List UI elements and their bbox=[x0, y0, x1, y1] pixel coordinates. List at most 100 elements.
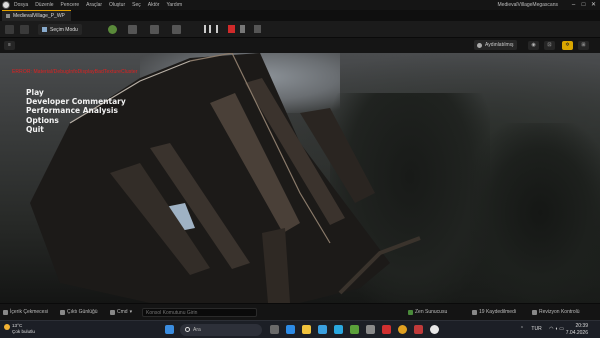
wifi-icon[interactable]: ◠ bbox=[549, 326, 553, 332]
unreal-engine-icon[interactable] bbox=[430, 325, 439, 334]
output-log-icon bbox=[60, 309, 65, 315]
play-options-icon[interactable] bbox=[254, 25, 261, 33]
blueprint-icon[interactable] bbox=[128, 25, 137, 34]
pause-icon[interactable] bbox=[204, 25, 211, 33]
weather-widget[interactable]: 13°C Çok bulutlu bbox=[4, 323, 35, 335]
taskbar-search[interactable]: Ara bbox=[180, 324, 262, 336]
step-icon[interactable] bbox=[216, 25, 223, 33]
weather-condition: Çok bulutlu bbox=[12, 329, 35, 334]
search-placeholder: Ara bbox=[193, 327, 201, 333]
content-browser-icon[interactable] bbox=[20, 25, 29, 34]
view-mode-dropdown[interactable]: Aydınlatılmış bbox=[474, 40, 517, 50]
eject-icon[interactable] bbox=[240, 25, 245, 33]
chrome-icon[interactable] bbox=[398, 325, 407, 334]
menu-select[interactable]: Seç bbox=[132, 2, 141, 8]
realtime-icon[interactable]: ✲ bbox=[562, 41, 573, 50]
document-tab-bar: MedievalVillage_P_WP bbox=[0, 10, 600, 21]
output-log-button[interactable]: Çıktı Günlüğü bbox=[60, 309, 98, 315]
minimize-button[interactable]: – bbox=[569, 1, 578, 9]
menu-file[interactable]: Dosya bbox=[14, 2, 28, 8]
settings-icon[interactable] bbox=[366, 325, 375, 334]
battery-icon[interactable]: ▭ bbox=[559, 326, 564, 332]
source-control-button[interactable]: Revizyon Kontrolü bbox=[532, 309, 580, 315]
menu-help[interactable]: Yardım bbox=[166, 2, 182, 8]
acrobat-icon[interactable] bbox=[382, 325, 391, 334]
selection-mode-label: Seçim Modu bbox=[50, 26, 78, 33]
cinematics-icon[interactable] bbox=[150, 25, 159, 34]
derived-data-icon bbox=[408, 309, 413, 315]
menu-edit[interactable]: Düzenle bbox=[35, 2, 53, 8]
editor-status-bar: İçerik Çekmecesi Çıktı Günlüğü Cmd ▾ Zen… bbox=[0, 303, 600, 320]
derived-data-label: Zen Sunucusu bbox=[415, 309, 448, 315]
time: 20:39 bbox=[575, 323, 588, 329]
menu-performance-analysis[interactable]: Performance Analysis bbox=[26, 106, 126, 115]
game-main-menu: Play Developer Commentary Performance An… bbox=[26, 88, 126, 134]
windows-taskbar: 13°C Çok bulutlu Ara ⌃ TUR ◠ ◖ ▭ 20:39 7… bbox=[0, 320, 600, 338]
stop-icon[interactable] bbox=[228, 25, 235, 33]
unreal-logo-icon[interactable] bbox=[2, 1, 10, 9]
viewport-layout-icon[interactable]: ⊞ bbox=[578, 41, 589, 50]
hud-warning-text: ERROR: Material/DebugInfoDisplayBadTextu… bbox=[12, 69, 138, 75]
unsaved-button[interactable]: 19 Kaydedilmedi bbox=[472, 309, 516, 315]
volume-icon[interactable]: ◖ bbox=[555, 326, 558, 332]
date: 7.04.2026 bbox=[565, 330, 588, 336]
derived-data-button[interactable]: Zen Sunucusu bbox=[408, 309, 447, 315]
lit-icon bbox=[477, 42, 482, 48]
source-control-label: Revizyon Kontrolü bbox=[539, 309, 580, 315]
language-indicator[interactable]: TUR bbox=[531, 326, 541, 332]
search-icon bbox=[185, 327, 190, 332]
content-drawer-button[interactable]: İçerik Çekmecesi bbox=[3, 309, 48, 315]
menu-developer-commentary[interactable]: Developer Commentary bbox=[26, 97, 126, 106]
store-icon[interactable] bbox=[318, 325, 327, 334]
app-icon[interactable] bbox=[350, 325, 359, 334]
snap-icon[interactable]: ⊡ bbox=[544, 41, 555, 50]
console-command-input[interactable] bbox=[142, 308, 257, 317]
level-tab-label: MedievalVillage_P_WP bbox=[13, 13, 65, 19]
cmd-dropdown[interactable]: Cmd ▾ bbox=[110, 309, 132, 315]
menu-play[interactable]: Play bbox=[26, 88, 126, 97]
unsaved-label: 19 Kaydedilmedi bbox=[479, 309, 516, 315]
edge-icon[interactable] bbox=[286, 325, 295, 334]
view-mode-label: Aydınlatılmış bbox=[485, 42, 514, 48]
maximize-button[interactable]: □ bbox=[579, 1, 588, 9]
viewport-header: ≡ Aydınlatılmış ◉ ⊡ ✲ ⊞ bbox=[0, 38, 600, 53]
file-explorer-icon[interactable] bbox=[302, 325, 311, 334]
cmd-label: Cmd bbox=[117, 309, 128, 315]
chevron-down-icon: ▾ bbox=[129, 309, 133, 315]
menu-options[interactable]: Options bbox=[26, 116, 126, 125]
add-actor-icon[interactable] bbox=[108, 25, 117, 34]
menu-tools[interactable]: Araçlar bbox=[86, 2, 102, 8]
app-icon-2[interactable] bbox=[414, 325, 423, 334]
level-viewport[interactable]: ERROR: Material/DebugInfoDisplayBadTextu… bbox=[0, 53, 600, 303]
level-icon bbox=[6, 14, 10, 18]
project-name: MedievalVillageMegascans bbox=[497, 2, 559, 8]
start-icon[interactable] bbox=[165, 325, 174, 334]
viewport-menu-icon[interactable]: ≡ bbox=[4, 41, 15, 50]
menu-bar: Dosya Düzenle Pencere Araçlar Oluştur Se… bbox=[0, 0, 600, 10]
telegram-icon[interactable] bbox=[334, 325, 343, 334]
menu-window[interactable]: Pencere bbox=[61, 2, 80, 8]
menu-build[interactable]: Oluştur bbox=[109, 2, 125, 8]
level-tab[interactable]: MedievalVillage_P_WP bbox=[2, 10, 71, 21]
selection-mode-dropdown[interactable]: Seçim Modu bbox=[38, 24, 82, 35]
menu-actor[interactable]: Aktör bbox=[148, 2, 160, 8]
chevron-up-icon[interactable]: ⌃ bbox=[520, 326, 524, 332]
save-icon[interactable] bbox=[5, 25, 14, 34]
menu-quit[interactable]: Quit bbox=[26, 125, 126, 134]
selection-mode-icon bbox=[42, 27, 47, 32]
content-drawer-icon bbox=[3, 309, 8, 315]
weather-sun-icon bbox=[4, 324, 10, 330]
unreal-editor-window: Dosya Düzenle Pencere Araçlar Oluştur Se… bbox=[0, 0, 600, 338]
platforms-icon[interactable] bbox=[172, 25, 181, 34]
close-button[interactable]: ✕ bbox=[589, 1, 598, 9]
unsaved-icon bbox=[472, 309, 477, 315]
main-toolbar: Seçim Modu bbox=[0, 21, 600, 38]
show-flags-icon[interactable]: ◉ bbox=[528, 41, 539, 50]
content-drawer-label: İçerik Çekmecesi bbox=[10, 309, 49, 315]
system-tray: ⌃ TUR ◠ ◖ ▭ bbox=[520, 326, 564, 332]
output-log-label: Çıktı Günlüğü bbox=[67, 309, 98, 315]
cmd-icon bbox=[110, 309, 115, 315]
clock[interactable]: 20:39 7.04.2026 bbox=[566, 323, 588, 337]
source-control-icon bbox=[532, 309, 537, 315]
task-view-icon[interactable] bbox=[270, 325, 279, 334]
